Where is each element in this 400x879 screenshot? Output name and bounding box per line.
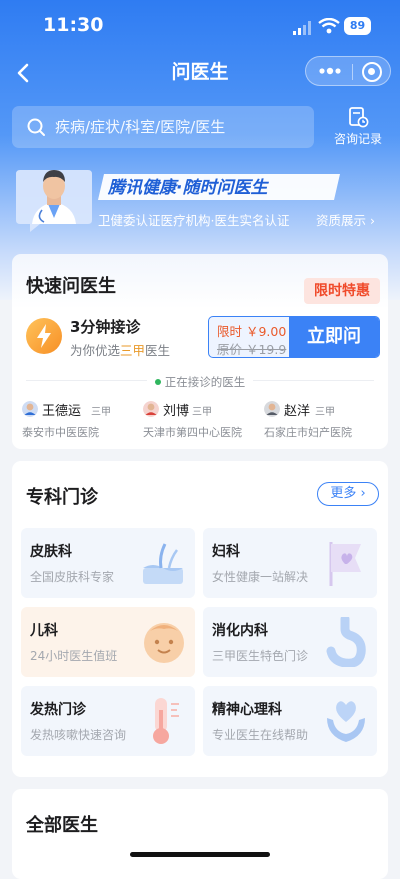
close-mini-program-icon[interactable] <box>362 62 382 82</box>
more-options-icon[interactable] <box>318 64 342 78</box>
clinic-name: 发热门诊 <box>30 702 86 718</box>
doctor-name: 赵洋 <box>284 404 311 419</box>
clinic-tile-psychology[interactable]: 精神心理科 专业医生在线帮助 <box>203 686 377 756</box>
search-placeholder: 疾病/症状/科室/医院/医生 <box>55 118 226 136</box>
doctor-name: 刘博 <box>163 404 190 419</box>
slogan-text: 腾讯健康·随时问医生 <box>107 178 269 198</box>
certification-text: 卫健委认证医疗机构·医生实名认证 <box>98 213 290 228</box>
signal-icon <box>293 21 311 35</box>
price-ask-button[interactable]: 限时 ￥9.00 原价 ￥19.9 立即问 <box>208 316 380 358</box>
clinic-name: 消化内科 <box>212 623 268 639</box>
clinic-name: 妇科 <box>212 544 240 560</box>
clinic-name: 精神心理科 <box>212 702 282 718</box>
all-doctors-title: 全部医生 <box>26 815 98 836</box>
limited-offer-badge: 限时特惠 <box>304 278 380 304</box>
clinic-tile-gastroenterology[interactable]: 消化内科 三甲医生特色门诊 <box>203 607 377 677</box>
skin-layer-icon <box>143 543 183 584</box>
slogan-banner: 腾讯健康·随时问医生 <box>98 174 340 200</box>
quick-consult-subtitle: 为你优选三甲医生 <box>70 343 171 358</box>
search-bar[interactable]: 疾病/症状/科室/医院/医生 <box>12 106 314 148</box>
status-time: 11:30 <box>43 14 104 36</box>
doctor-hospital: 泰安市中医医院 <box>22 426 99 439</box>
doctor-avatar <box>264 401 280 417</box>
heart-hands-icon <box>327 701 365 742</box>
thermometer-icon <box>153 698 179 744</box>
clinic-tile-dermatology[interactable]: 皮肤科 全国皮肤科专家 <box>21 528 195 598</box>
consult-history-label: 咨询记录 <box>333 132 382 146</box>
more-button[interactable]: 更多 › <box>317 482 379 506</box>
clinic-name: 皮肤科 <box>30 544 72 560</box>
home-indicator <box>130 852 270 857</box>
doctor-level: 三甲 <box>91 407 111 418</box>
ask-now-button[interactable]: 立即问 <box>289 317 379 357</box>
clinic-tile-pediatrics[interactable]: 儿科 24小时医生值班 <box>21 607 195 677</box>
stomach-icon <box>326 617 366 667</box>
original-price: 原价 ￥19.9 <box>217 342 287 357</box>
quick-consult-card: 快速问医生 限时特惠 3分钟接诊 为你优选三甲医生 限时 ￥9.00 原价 ￥1… <box>12 254 388 449</box>
doctor-name: 王德运 <box>42 404 82 419</box>
doctor-level: 三甲 <box>192 407 212 418</box>
mini-program-capsule <box>305 56 391 86</box>
quick-consult-title: 快速问医生 <box>26 276 116 297</box>
doctor-avatar <box>22 401 38 417</box>
clinic-desc: 全国皮肤科专家 <box>30 570 115 584</box>
clinic-desc: 专业医生在线帮助 <box>212 728 309 742</box>
status-bar: 11:30 89 <box>0 0 400 52</box>
clinic-desc: 三甲医生特色门诊 <box>212 649 309 663</box>
history-icon <box>349 107 369 128</box>
battery-indicator: 89 <box>344 17 371 35</box>
discount-price: 限时 ￥9.00 <box>217 324 287 339</box>
doctor-illustration <box>16 170 92 232</box>
lightning-icon <box>26 318 62 354</box>
doctor-level: 三甲 <box>315 407 335 418</box>
all-doctors-section: 全部医生 <box>12 789 388 879</box>
capsule-divider <box>352 64 353 80</box>
specialty-title: 专科门诊 <box>26 487 98 508</box>
clinic-name: 儿科 <box>30 623 58 639</box>
search-icon <box>27 118 45 136</box>
qualification-link[interactable]: 资质展示 › <box>316 210 375 229</box>
doctor-hospital: 天津市第四中心医院 <box>143 426 242 439</box>
online-doctors-label: 正在接诊的医生 <box>12 371 388 390</box>
consult-history-button[interactable]: 咨询记录 <box>330 106 386 150</box>
doctor-avatar <box>143 401 159 417</box>
doctor-hospital: 石家庄市妇产医院 <box>264 426 352 439</box>
clinic-desc: 女性健康一站解决 <box>212 570 309 584</box>
online-status-dot <box>154 379 161 385</box>
clinic-desc: 发热咳嗽快速咨询 <box>30 728 127 742</box>
top-hospital-highlight: 三甲 <box>120 343 146 358</box>
quick-consult-headline: 3分钟接诊 <box>70 318 141 336</box>
wifi-icon <box>318 18 340 34</box>
female-flag-icon <box>329 542 361 586</box>
clinic-tile-fever[interactable]: 发热门诊 发热咳嗽快速咨询 <box>21 686 195 756</box>
child-face-icon <box>144 623 184 663</box>
specialty-clinics-card: 专科门诊 更多 › 皮肤科 全国皮肤科专家 妇科 女性健康一站解决 儿科 24小… <box>12 461 388 777</box>
clinic-tile-gynecology[interactable]: 妇科 女性健康一站解决 <box>203 528 377 598</box>
clinic-desc: 24小时医生值班 <box>30 649 118 663</box>
